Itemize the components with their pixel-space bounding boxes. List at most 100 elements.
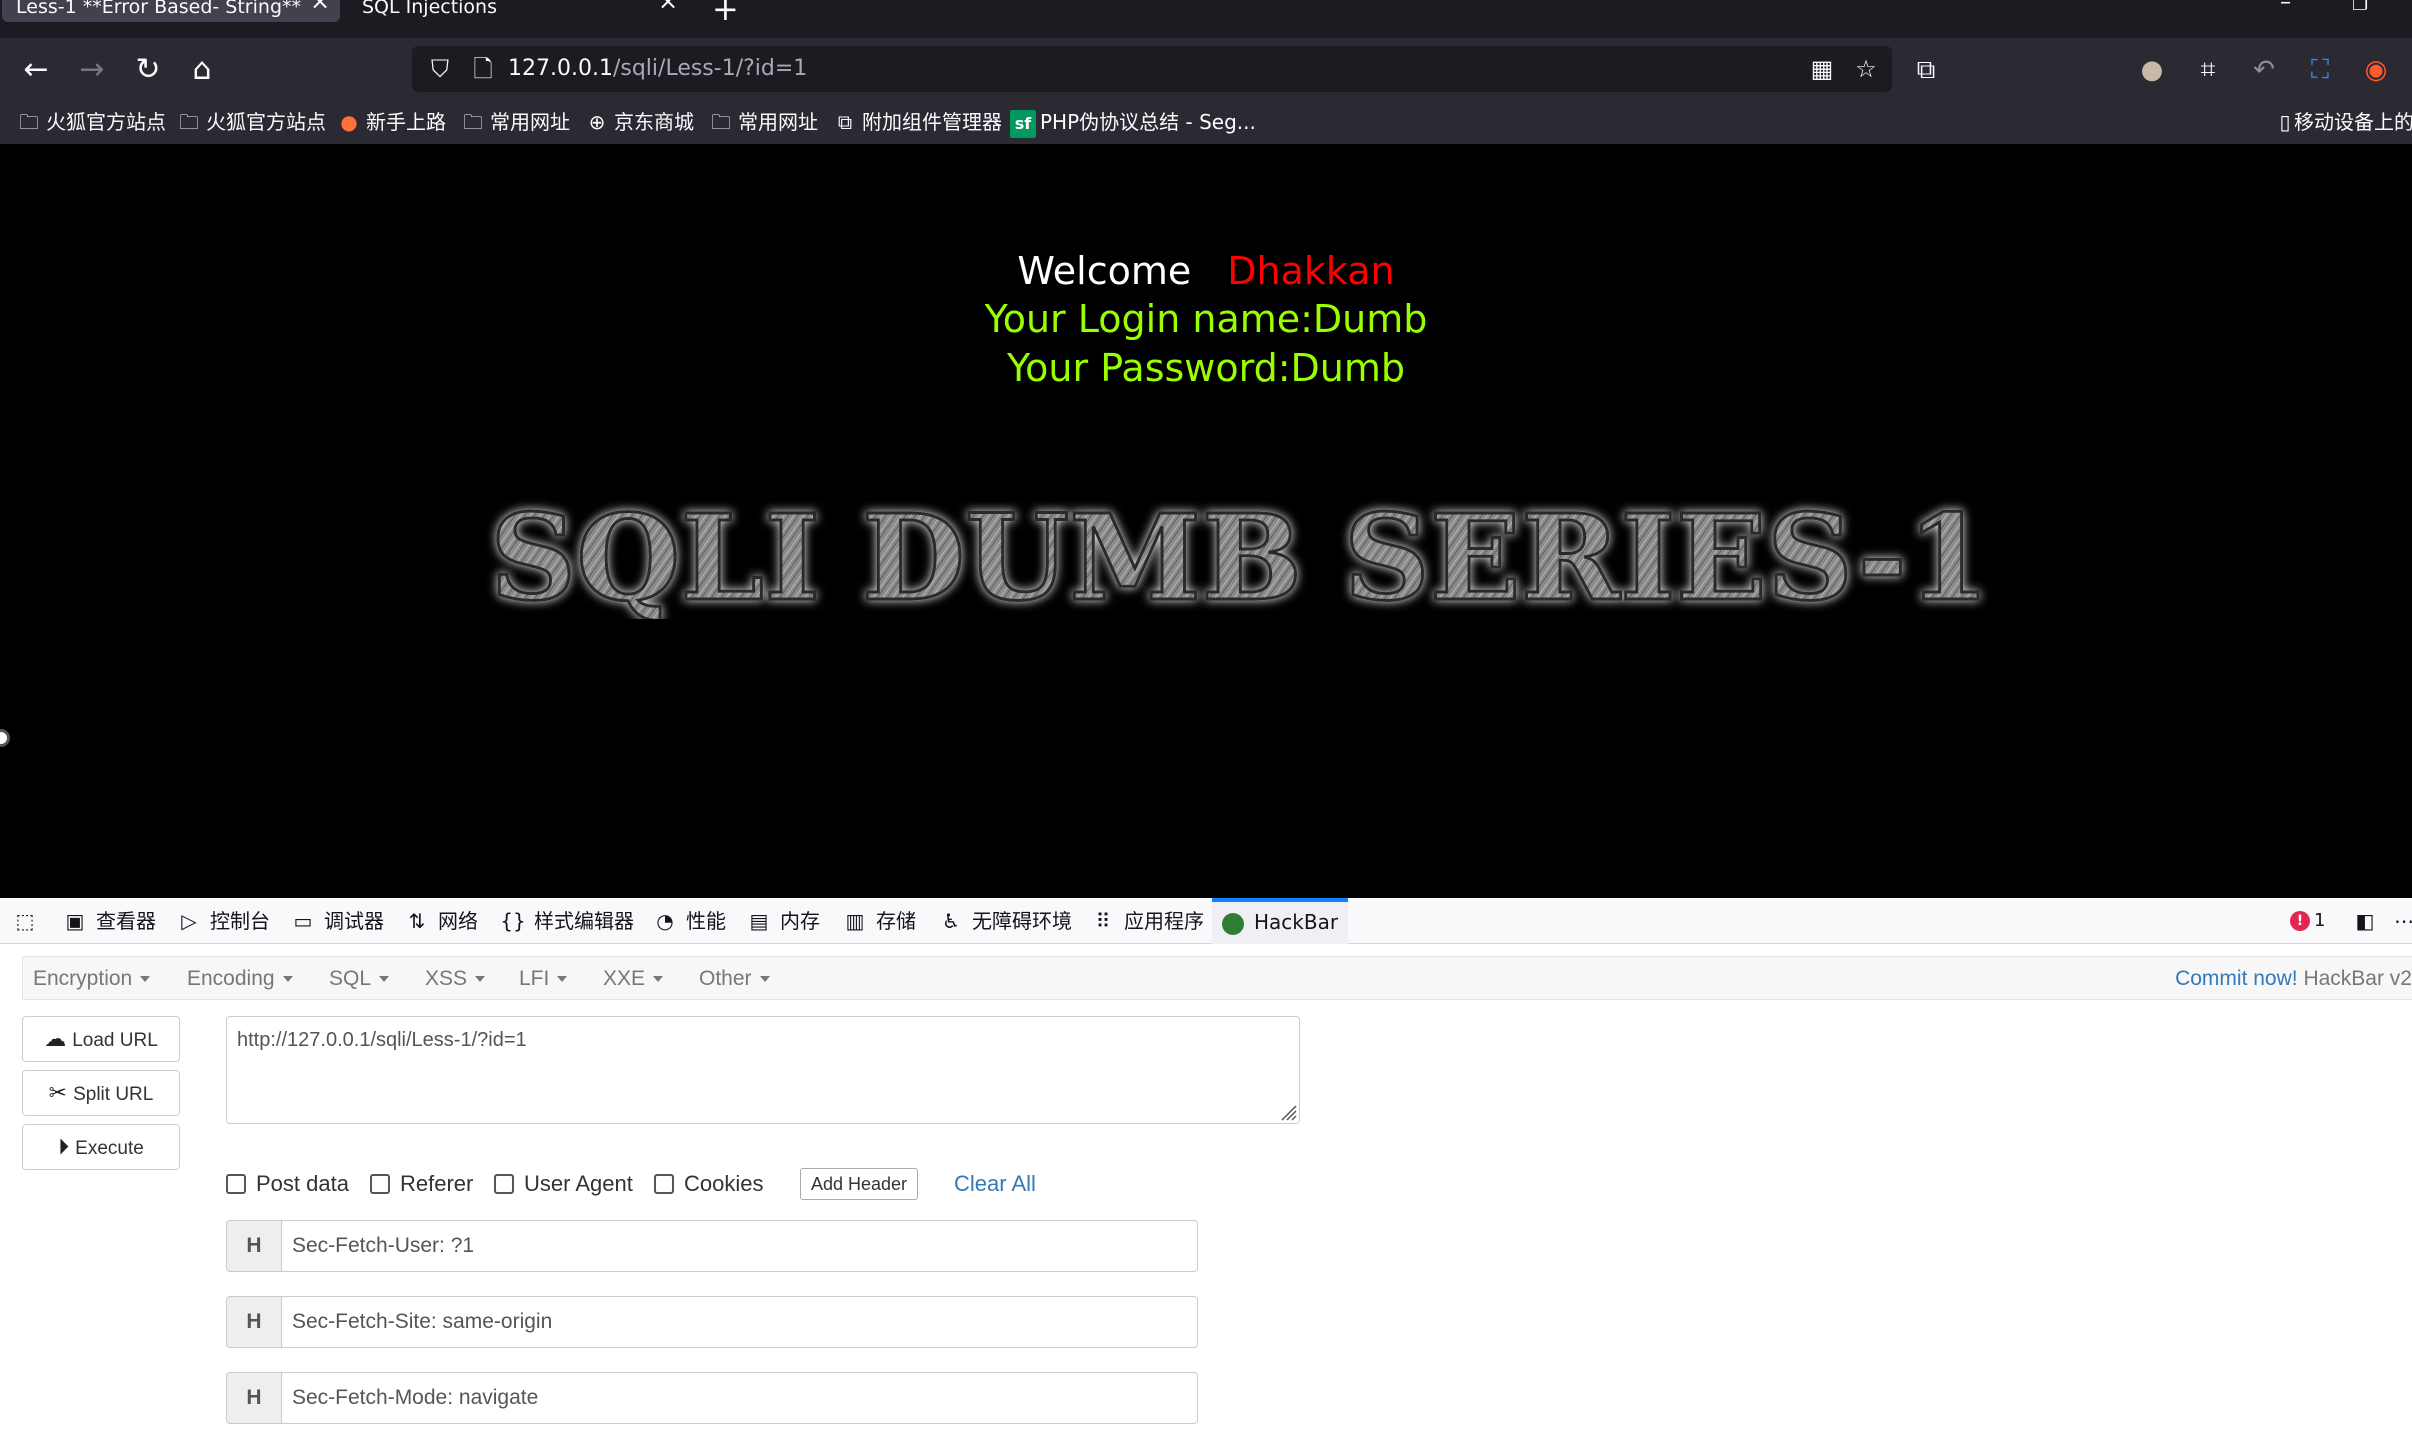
bookmark-item[interactable]: sf PHP伪协议总结 - Seg... [1010,108,1256,138]
tab-inspector[interactable]: ▣ 查看器 [62,898,156,944]
tab-memory[interactable]: ▤ 内存 [746,898,820,944]
post-data-checkbox[interactable]: Post data [226,1166,349,1202]
close-icon[interactable]: × [658,0,678,13]
application-icon: ⠿ [1095,909,1111,933]
cookies-checkbox[interactable]: Cookies [654,1166,763,1202]
sqli-dumb-series-banner: SQLI DUMB SERIES-1 [489,489,1992,619]
header-input[interactable]: Sec-Fetch-Mode: navigate [281,1372,1198,1424]
bookmark-item[interactable]: 🗀 常用网址 [708,108,818,136]
error-count-badge[interactable]: ! 1 [2290,908,2325,934]
dock-side-icon[interactable]: ◧ [2352,898,2386,944]
url-textarea[interactable]: http://127.0.0.1/sqli/Less-1/?id=1 [226,1016,1300,1124]
shield-icon[interactable]: ⛉ [424,52,456,86]
bookmark-item[interactable]: ● 新手上路 [336,108,446,136]
tab-network[interactable]: ⇅ 网络 [404,898,478,944]
split-url-button[interactable]: ✂ Split URL [22,1070,180,1116]
bookmark-item[interactable]: ⧉ 附加组件管理器 [832,108,1002,136]
tab-label: 存储 [876,909,916,933]
checkbox-icon [494,1173,514,1194]
tab-application[interactable]: ⠿ 应用程序 [1090,898,1204,944]
welcome-text: Welcome [1017,249,1192,293]
clear-all-link[interactable]: Clear All [954,1166,1036,1202]
page-icon[interactable]: 🗋 [468,52,498,86]
menu-other[interactable]: Other [699,957,770,1001]
commit-now-link[interactable]: Commit now! [2175,967,2298,990]
qr-code-icon[interactable]: ▦ [1804,52,1840,86]
header-input[interactable]: Sec-Fetch-User: ?1 [281,1220,1198,1272]
url-path: /sqli/Less-1/?id=1 [612,56,808,81]
add-header-button[interactable]: Add Header [800,1168,918,1200]
menu-label: Encoding [187,967,275,990]
bookmark-item[interactable]: 🗀 火狐官方站点 [16,108,166,136]
storage-icon: ▥ [845,909,865,933]
caret-down-icon [282,976,293,983]
tab-performance[interactable]: ◔ 性能 [652,898,726,944]
hackbar-icon [1222,912,1244,935]
url-text[interactable]: 127.0.0.1/sqli/Less-1/?id=1 [508,52,807,86]
menu-label: SQL [329,967,372,990]
menu-encryption[interactable]: Encryption [33,957,151,1001]
network-icon: ⇅ [408,909,426,933]
bookmarks-bar: 🗀 火狐官方站点 🗀 火狐官方站点 ● 新手上路 🗀 常用网址 ⊕ 京东商城 🗀 常用网址 … [0,100,2412,144]
user-name: Dhakkan [1227,249,1395,293]
folder-icon: 🗀 [19,110,39,134]
bookmark-label: 火狐官方站点 [206,110,326,134]
hackbar-version: HackBar v2 [2303,967,2412,990]
close-icon[interactable]: × [310,0,330,13]
puzzle-icon: ⧉ [837,110,853,134]
more-options-icon[interactable]: ⋯ [2394,898,2412,944]
tab-storage[interactable]: ▥ 存储 [842,898,916,944]
tab-label: 网络 [438,909,478,933]
tab-label: 性能 [686,909,726,933]
caret-down-icon [653,976,664,983]
tab-label: 样式编辑器 [534,909,634,933]
menu-sql[interactable]: SQL [329,957,390,1001]
tab-style-editor[interactable]: {} 样式编辑器 [500,898,634,944]
header-input[interactable]: Sec-Fetch-Site: same-origin [281,1296,1198,1348]
button-label: Load URL [72,1030,158,1051]
tab-sql-injections[interactable]: SQL Injections × [362,0,682,22]
restore-icon[interactable]: ❐ [2352,0,2368,15]
bookmark-item[interactable]: ⊕ 京东商城 [584,108,694,136]
referer-checkbox[interactable]: Referer [370,1166,473,1202]
extension-fox-icon[interactable]: ◉ [2358,52,2394,88]
screenshot-icon[interactable]: ⛶ [2302,52,2338,88]
crop-icon[interactable]: ⌗ [2190,52,2226,88]
forward-arrow-icon[interactable]: → [72,50,112,90]
bookmark-item[interactable]: ▯ 移动设备上的 [2276,108,2412,136]
tab-label: 查看器 [96,909,156,933]
reload-icon[interactable]: ↻ [128,50,168,90]
home-icon[interactable]: ⌂ [182,50,222,90]
profile-avatar-icon[interactable]: ● [2134,52,2170,88]
menu-lfi[interactable]: LFI [519,957,568,1001]
scroll-handle-icon[interactable] [0,729,10,747]
tab-console[interactable]: ▷ 控制台 [176,898,270,944]
menu-xxe[interactable]: XXE [603,957,664,1001]
tab-accessibility[interactable]: ♿ 无障碍环境 [938,898,1072,944]
bookmark-item[interactable]: 🗀 火狐官方站点 [176,108,326,136]
element-picker-icon[interactable]: ⬚ [12,898,46,944]
menu-xss[interactable]: XSS [425,957,486,1001]
tab-debugger[interactable]: ▭ 调试器 [290,898,384,944]
tab-less-1[interactable]: Less-1 **Error Based- String** × [2,0,340,22]
user-agent-checkbox[interactable]: User Agent [494,1166,633,1202]
address-bar[interactable]: ⛉ 🗋 127.0.0.1/sqli/Less-1/?id=1 ▦ ☆ [412,46,1892,92]
extensions-icon[interactable]: ⧉ [1908,52,1944,88]
menu-encoding[interactable]: Encoding [187,957,293,1001]
bookmark-item[interactable]: 🗀 常用网址 [460,108,570,136]
bookmark-label: 常用网址 [738,110,818,134]
execute-button[interactable]: ⏵ Execute [22,1124,180,1170]
segmentfault-icon: sf [1010,110,1036,138]
resize-grip-icon[interactable] [1279,1103,1297,1121]
undo-icon[interactable]: ↶ [2246,52,2282,88]
back-arrow-icon[interactable]: ← [16,50,56,90]
inspector-icon: ▣ [65,909,85,933]
new-tab-icon[interactable]: + [712,0,739,28]
caret-down-icon [475,976,486,983]
tab-hackbar[interactable]: HackBar [1212,898,1349,944]
star-icon[interactable]: ☆ [1848,52,1884,86]
tab-label: 应用程序 [1124,909,1204,933]
minimize-icon[interactable]: – [2280,0,2291,15]
bookmark-label: PHP伪协议总结 - Seg... [1040,110,1256,134]
load-url-button[interactable]: ☁ Load URL [22,1016,180,1062]
